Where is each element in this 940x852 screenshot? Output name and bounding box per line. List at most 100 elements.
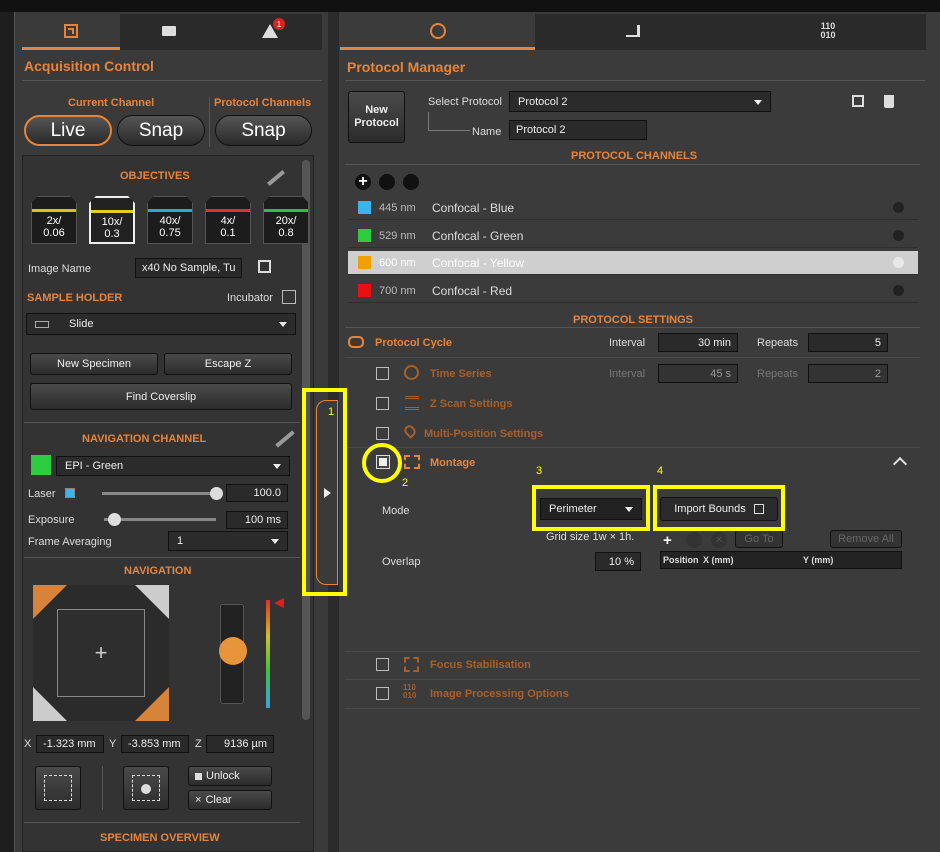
divider (345, 327, 920, 328)
close-icon: × (195, 794, 202, 806)
tab-alerts[interactable]: 1 (218, 14, 322, 50)
image-name-input[interactable]: x40 No Sample, Tu (135, 258, 242, 278)
add-position-icon[interactable]: + (663, 532, 672, 549)
export-icon[interactable] (258, 260, 271, 273)
multi-position-label: Multi-Position Settings (424, 428, 544, 440)
ts-repeats-input: 2 (808, 364, 888, 383)
nav-pad[interactable]: + (33, 585, 169, 721)
unlock-label: Unlock (206, 770, 240, 782)
trash-icon[interactable] (884, 95, 894, 108)
channel-wavelength: 700 nm (379, 285, 416, 298)
divider (24, 822, 300, 823)
divider (22, 80, 322, 81)
x-label: X (24, 738, 32, 750)
z-position-input[interactable]: 9136 µm (206, 735, 274, 753)
tab-folder[interactable] (120, 14, 218, 50)
objective-button[interactable]: 2x/0.06 (31, 196, 77, 244)
divider (345, 679, 920, 680)
ts-interval-label: Interval (609, 368, 646, 380)
exposure-slider-thumb[interactable] (107, 513, 121, 526)
position-column-header: Position (663, 555, 699, 565)
focus-stabilisation-label: Focus Stabilisation (430, 659, 531, 671)
z-focus-thumb[interactable] (219, 637, 247, 665)
image-processing-checkbox[interactable] (376, 687, 389, 700)
live-button[interactable]: Live (24, 115, 112, 146)
z-scan-checkbox[interactable] (376, 397, 389, 410)
multi-position-checkbox[interactable] (376, 427, 389, 440)
objective-button[interactable]: 10x/0.3 (89, 196, 135, 244)
move-up-icon[interactable] (379, 174, 395, 190)
time-series-checkbox[interactable] (376, 367, 389, 380)
z-stack-icon (405, 396, 419, 410)
objective-button[interactable]: 40x/0.75 (147, 196, 193, 244)
tab-acquisition[interactable] (22, 14, 120, 50)
folder-icon (162, 25, 176, 36)
channel-row[interactable]: 445 nm Confocal - Blue (348, 196, 918, 220)
channel-color-swatch[interactable] (358, 284, 371, 298)
add-channel-icon[interactable]: + (355, 173, 371, 190)
incubator-checkbox[interactable] (282, 290, 296, 304)
new-protocol-button[interactable]: New Protocol (348, 91, 405, 143)
objective-button[interactable]: 4x/0.1 (205, 196, 251, 244)
x-column-header: X (mm) (703, 555, 734, 565)
exposure-slider[interactable] (104, 513, 216, 526)
remove-channel-icon[interactable] (893, 257, 904, 269)
channel-row[interactable]: 600 nm Confocal - Yellow (348, 251, 918, 276)
new-specimen-button[interactable]: New Specimen (30, 353, 158, 375)
center-button[interactable] (123, 766, 169, 810)
unlock-button[interactable]: Unlock (188, 766, 272, 786)
duplicate-icon[interactable] (852, 95, 864, 107)
channel-color-swatch[interactable] (358, 201, 371, 214)
binary-icon: 110 010 (820, 20, 836, 40)
sample-holder-select[interactable]: Slide (26, 313, 296, 335)
channel-name: Confocal - Green (432, 228, 524, 243)
objective-na-label: 0.75 (159, 227, 181, 239)
interval-input[interactable]: 30 min (658, 333, 738, 352)
remove-channel-icon[interactable] (893, 229, 904, 241)
divider (102, 766, 103, 810)
image-processing-label: Image Processing Options (430, 688, 569, 700)
x-position-input[interactable]: -1.323 mm (36, 735, 104, 753)
objective-na-label: 0.06 (43, 227, 65, 239)
protocol-snap-button[interactable]: Snap (215, 115, 312, 146)
remove-channel-icon[interactable] (893, 285, 904, 297)
laser-label: Laser (28, 488, 56, 500)
divider (345, 708, 920, 709)
snap-button[interactable]: Snap (117, 115, 205, 146)
protocol-name-input[interactable]: Protocol 2 (509, 120, 647, 140)
tab-binary[interactable]: 110 010 (730, 14, 926, 50)
nav-channel-select[interactable]: EPI - Green (56, 456, 290, 476)
channel-row[interactable]: 700 nm Confocal - Red (348, 279, 918, 304)
overlap-input[interactable]: 10 % (595, 552, 641, 571)
y-position-input[interactable]: -3.853 mm (121, 735, 189, 753)
remove-channel-icon[interactable] (893, 202, 904, 213)
interval-label: Interval (609, 337, 646, 349)
laser-slider[interactable] (102, 487, 223, 500)
channel-color-swatch[interactable] (358, 228, 371, 242)
z-focus-slider[interactable] (219, 604, 247, 704)
escape-z-button[interactable]: Escape Z (164, 353, 292, 375)
divider (345, 164, 920, 165)
objective-na-label: 0.3 (104, 228, 120, 240)
exposure-value-input[interactable]: 100 ms (226, 511, 288, 529)
select-protocol-dropdown[interactable]: Protocol 2 (509, 91, 771, 112)
laser-slider-thumb[interactable] (210, 487, 223, 500)
frame-averaging-select[interactable]: 1 (168, 531, 288, 551)
objective-button[interactable]: 20x/0.8 (263, 196, 309, 244)
focus-stabilisation-checkbox[interactable] (376, 658, 389, 671)
fit-grid-button[interactable] (35, 766, 81, 810)
annotation-label-3: 3 (536, 465, 543, 477)
navigation-title: NAVIGATION (124, 565, 192, 577)
channel-color-swatch[interactable] (358, 256, 371, 270)
move-down-icon[interactable] (403, 174, 419, 190)
nav-center-box[interactable]: + (57, 609, 145, 697)
repeats-input[interactable]: 5 (808, 333, 888, 352)
clear-button[interactable]: × Clear (188, 790, 272, 810)
tab-protocol[interactable] (340, 14, 535, 50)
navigation-channel-title: NAVIGATION CHANNEL (82, 433, 207, 445)
laser-value-input[interactable]: 100.0 (226, 484, 288, 502)
annotation-circle-2 (362, 443, 402, 483)
channel-row[interactable]: 529 nm Confocal - Green (348, 223, 918, 248)
tab-stats[interactable] (535, 14, 730, 50)
find-coverslip-button[interactable]: Find Coverslip (30, 383, 292, 410)
